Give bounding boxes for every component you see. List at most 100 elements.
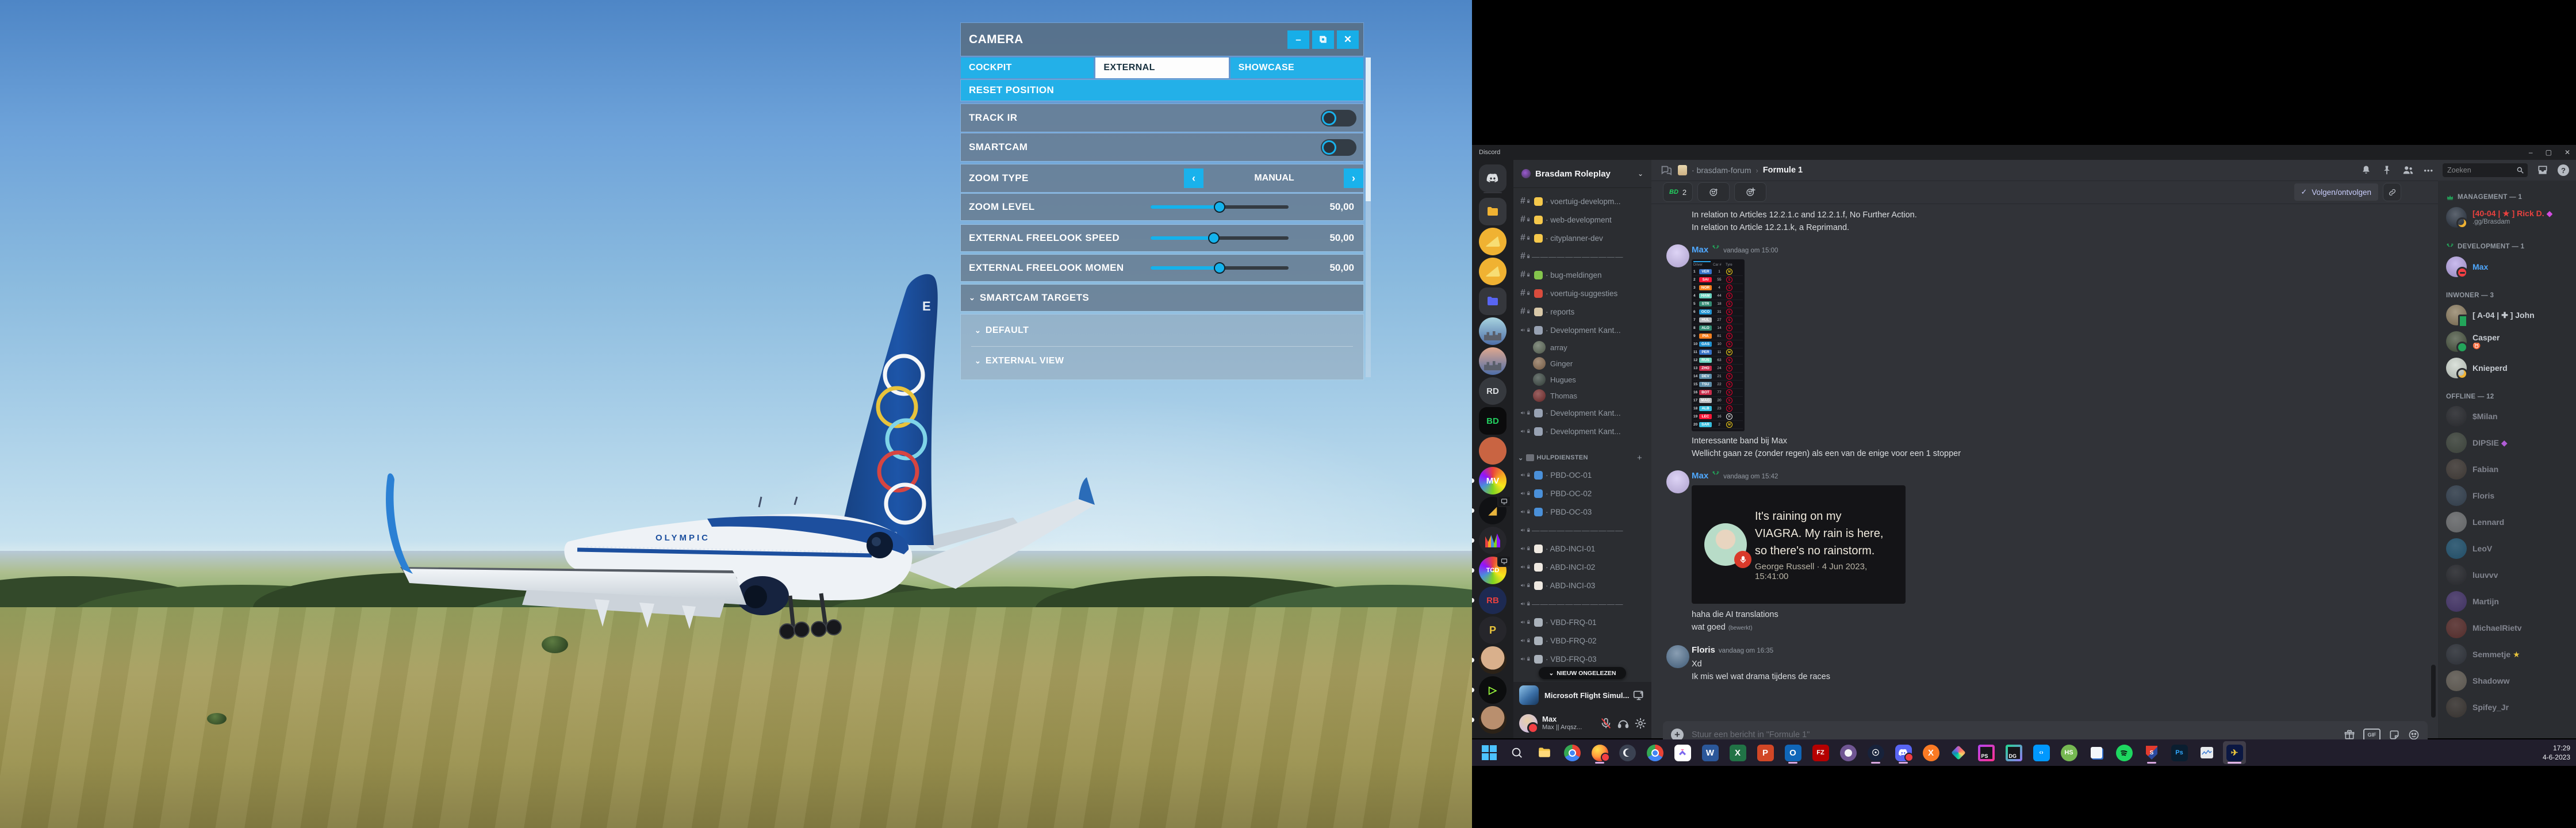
more-options-icon[interactable]: ••• <box>2424 166 2433 175</box>
freelook-momentum-slider[interactable] <box>1151 266 1289 270</box>
server-rd[interactable]: RD <box>1479 377 1506 405</box>
taskbar-vscode[interactable]: ‹› <box>2030 741 2053 764</box>
server-face-1[interactable] <box>1479 646 1506 674</box>
server-redbull[interactable]: RB <box>1479 586 1506 614</box>
taskbar-outlook[interactable]: O <box>1781 741 1804 764</box>
text-channel-reports[interactable]: #· reports <box>1518 303 1647 320</box>
taskbar-photoshop[interactable]: Ps <box>2168 741 2191 764</box>
member-Floris[interactable]: Floris <box>2443 483 2571 508</box>
voice-channel-Development Kant...[interactable]: · Development Kant... <box>1518 321 1647 339</box>
user-info[interactable]: Max Max || Arqsz... <box>1542 715 1589 731</box>
window-minimize-button[interactable]: – <box>2529 148 2533 156</box>
text-channel-voertuig-developm...[interactable]: #· voertuig-developm... <box>1518 193 1647 210</box>
message-author[interactable]: Max <box>1692 245 1708 255</box>
taskbar-filezilla[interactable]: FZ <box>1809 741 1832 764</box>
server-cheese-1[interactable] <box>1479 228 1506 255</box>
taskbar-file-explorer[interactable] <box>1533 741 1556 764</box>
server-w-bars[interactable] <box>1479 527 1506 554</box>
server-play[interactable]: ▷ <box>1479 676 1506 704</box>
voice-channel-PBD-OC-01[interactable]: · PBD-OC-01 <box>1518 466 1647 484</box>
member-Spifey-Jr[interactable]: Spifey_Jr <box>2443 695 2571 720</box>
voice-channel-ABD-INCI-01[interactable]: · ABD-INCI-01 <box>1518 540 1647 557</box>
taskbar-performance-monitor[interactable] <box>2195 741 2218 764</box>
panel-popout-button[interactable]: ⧉ <box>1312 30 1334 49</box>
gear-icon[interactable] <box>1634 717 1647 730</box>
voice-user-Thomas[interactable]: Thomas <box>1533 388 1647 403</box>
search-box[interactable]: Zoeken <box>2443 163 2528 177</box>
server-city-2[interactable] <box>1479 347 1506 375</box>
member-list-icon[interactable] <box>2402 164 2414 177</box>
freelook-speed-slider[interactable] <box>1151 236 1289 240</box>
f1-grid-attachment[interactable]: DriverCar #Tyre1VER1M2SAI55S3NOR4S4HAM44… <box>1692 259 1745 431</box>
tab-external[interactable]: EXTERNAL <box>1095 57 1228 78</box>
voice-channel-PBD-OC-03[interactable]: · PBD-OC-03 <box>1518 503 1647 520</box>
member-Fabian[interactable]: Fabian <box>2443 457 2571 482</box>
help-icon[interactable]: ? <box>2558 164 2569 176</box>
divider-channel[interactable]: ——————————— <box>1518 595 1647 612</box>
smartcam-targets-header[interactable]: ⌄ SMARTCAM TARGETS <box>961 285 1363 311</box>
taskbar-search[interactable] <box>1505 741 1528 764</box>
voice-user-Ginger[interactable]: Ginger <box>1533 356 1647 371</box>
chat-scrollbar[interactable] <box>2431 665 2436 718</box>
new-unread-pill[interactable]: ⌄NIEUW ONGELEZEN <box>1539 667 1626 679</box>
member-DIPSIE[interactable]: DIPSIE◆ <box>2443 430 2571 455</box>
taskbar-chrome[interactable] <box>1561 741 1584 764</box>
member-Max[interactable]: Max <box>2443 254 2571 279</box>
member-luuvvv[interactable]: luuvvv <box>2443 562 2571 588</box>
reaction-pill-bd[interactable]: BD 2 <box>1663 182 1693 202</box>
message-author[interactable]: Floris <box>1692 645 1715 655</box>
smartcam-toggle[interactable] <box>1321 139 1356 156</box>
taskbar-firefox[interactable] <box>1588 741 1611 764</box>
avatar[interactable] <box>1666 244 1689 267</box>
voice-channel-VBD-FRQ-03[interactable]: · VBD-FRQ-03 <box>1518 650 1647 668</box>
voice-channel-PBD-OC-02[interactable]: · PBD-OC-02 <box>1518 485 1647 502</box>
category-hulpdiensten[interactable]: ⌄HULPDIENSTEN+ <box>1518 451 1647 464</box>
taskbar-datagrip[interactable]: DG <box>2002 741 2025 764</box>
server-header[interactable]: Brasdam Roleplay ⌄ <box>1513 160 1651 188</box>
avatar[interactable] <box>1666 470 1689 493</box>
emoji-picker-icon[interactable] <box>2408 729 2420 741</box>
voice-channel-VBD-FRQ-02[interactable]: · VBD-FRQ-02 <box>1518 632 1647 649</box>
server-folder-blue[interactable] <box>1479 288 1506 315</box>
headphones-icon[interactable] <box>1617 717 1630 730</box>
taskbar-phpstorm[interactable]: PS <box>1975 741 1998 764</box>
member--40-04-Rick-D-[interactable]: [40-04 | ★ ] Rick D.◆.gg/Brasdam <box>2443 205 2571 230</box>
taskbar-xampp[interactable]: X <box>1919 741 1942 764</box>
notifications-bell-icon[interactable] <box>2360 164 2372 176</box>
tab-showcase[interactable]: SHOWCASE <box>1230 57 1363 78</box>
text-channel-voertuig-suggesties[interactable]: #· voertuig-suggesties <box>1518 285 1647 302</box>
voice-channel-Development Kant...[interactable]: · Development Kant... <box>1518 404 1647 421</box>
window-maximize-button[interactable]: ▢ <box>2546 148 2552 156</box>
create-channel-plus-icon[interactable]: + <box>1637 453 1642 463</box>
member--Milan[interactable]: $Milan <box>2443 404 2571 429</box>
taskbar-powerpoint[interactable]: P <box>1754 741 1777 764</box>
member-Martijn[interactable]: Martijn <box>2443 589 2571 614</box>
panel-minimize-button[interactable]: – <box>1287 30 1309 49</box>
user-avatar[interactable] <box>1519 714 1538 733</box>
camera-panel-titlebar[interactable]: CAMERA – ⧉ ✕ <box>961 23 1363 56</box>
member--A-04-John[interactable]: [ A-04 | ✚ ] John <box>2443 302 2571 328</box>
voice-user-array[interactable]: array <box>1533 340 1647 355</box>
server-party[interactable]: P <box>1479 616 1506 644</box>
gift-icon[interactable] <box>2344 729 2355 741</box>
taskbar-clickup[interactable] <box>1671 741 1694 764</box>
zoom-level-slider[interactable] <box>1151 205 1289 209</box>
external-view-section-header[interactable]: ⌄ EXTERNAL VIEW <box>961 348 1363 374</box>
inbox-icon[interactable] <box>2537 164 2548 176</box>
member-Shadoww[interactable]: Shadoww <box>2443 668 2571 693</box>
breadcrumb-channel[interactable]: · brasdam-forum <box>1692 166 1751 175</box>
avatar[interactable] <box>1666 645 1689 668</box>
taskbar-start[interactable] <box>1478 741 1501 764</box>
pin-icon[interactable] <box>2381 164 2393 176</box>
taskbar-spotify[interactable] <box>2113 741 2136 764</box>
message-author[interactable]: Max <box>1692 471 1708 481</box>
taskbar-handbrake[interactable]: HS <box>2057 741 2080 764</box>
taskbar-chrome-profile-2[interactable] <box>1643 741 1666 764</box>
server-bd[interactable]: BD <box>1479 407 1506 435</box>
zoom-type-prev-button[interactable]: ‹ <box>1184 168 1203 188</box>
text-channel-web-development[interactable]: #· web-development <box>1518 211 1647 228</box>
taskbar-security-shield[interactable]: S <box>2140 741 2163 764</box>
taskbar-clock[interactable]: 17:29 4-6-2023 <box>2543 743 2570 762</box>
taskbar-word[interactable]: W <box>1699 741 1722 764</box>
default-section-header[interactable]: ⌄ DEFAULT <box>961 318 1363 343</box>
